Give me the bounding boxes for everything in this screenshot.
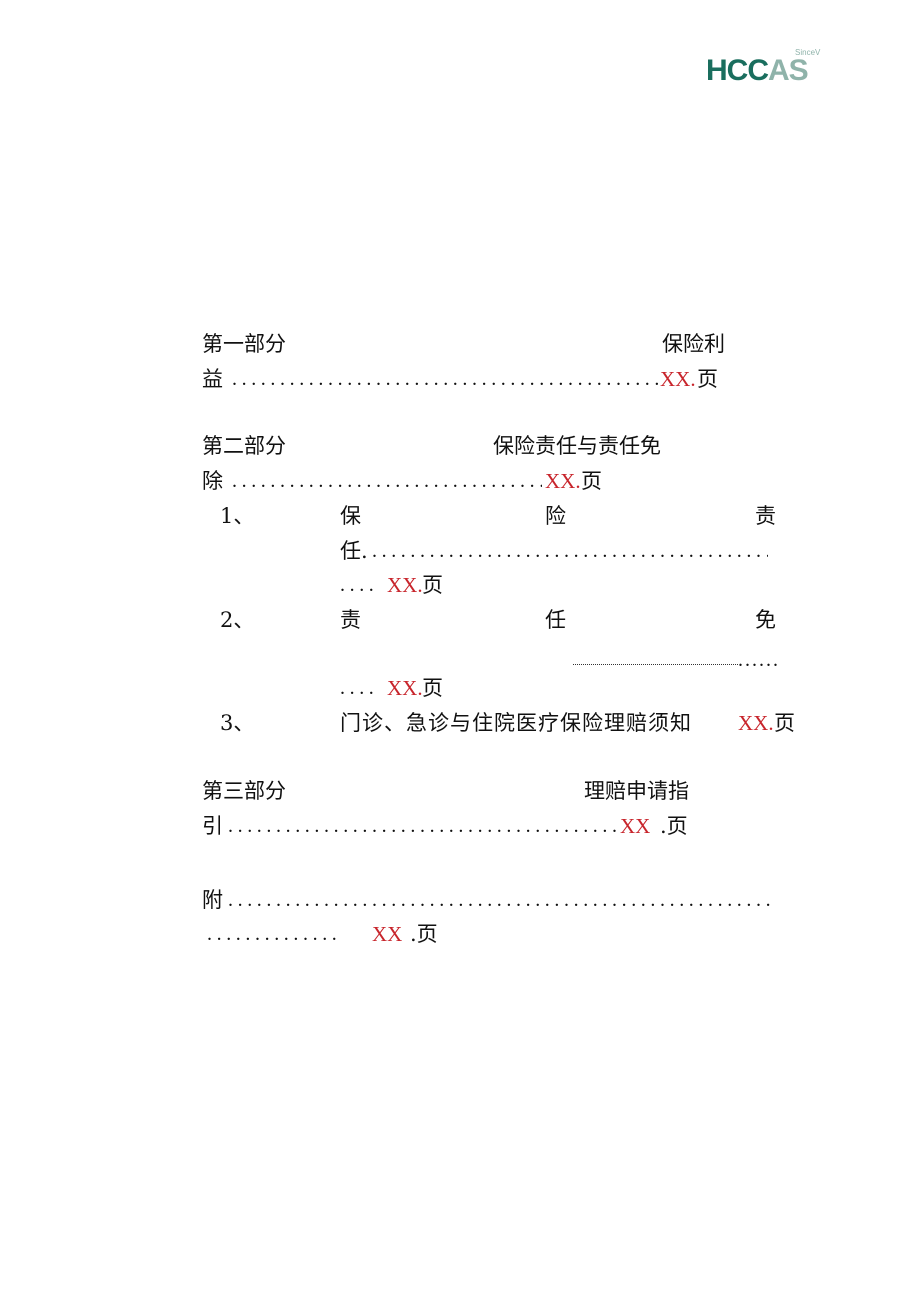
toc-item2-leader2: .... bbox=[340, 677, 379, 699]
toc-appendix-leader: ........................................… bbox=[228, 889, 770, 911]
toc-item2-page-suffix: 页 bbox=[422, 676, 443, 700]
toc-item2-char: 责 bbox=[340, 608, 361, 632]
toc-part1-label: 第一部分 bbox=[202, 332, 286, 356]
toc-item1-page-suffix: 页 bbox=[422, 573, 443, 597]
toc-appendix-page-ref[interactable]: XX bbox=[372, 922, 402, 946]
toc-item2-number: 2、 bbox=[220, 608, 255, 632]
toc-item3-title: 门诊、急诊与住院医疗保险理赔须知 bbox=[340, 711, 692, 735]
toc-part3-page-suffix: .页 bbox=[660, 814, 688, 838]
toc-part1-title-end: 益 bbox=[202, 367, 223, 391]
hccas-logo: HCCAS SinceV bbox=[706, 48, 821, 87]
toc-item3-page-suffix: 页 bbox=[774, 711, 795, 735]
toc-item1-char: 险 bbox=[545, 504, 566, 528]
toc-part3-leader: ........................................… bbox=[228, 815, 618, 837]
toc-part2-label: 第二部分 bbox=[202, 434, 286, 458]
toc-item2-leader: ...... bbox=[738, 649, 780, 671]
toc-item1-end: 任. bbox=[340, 539, 368, 563]
toc-part3-label: 第三部分 bbox=[202, 779, 286, 803]
logo-wordmark: HCCAS bbox=[706, 54, 809, 87]
toc-item2-char: 免 bbox=[755, 608, 776, 632]
logo-tagline: SinceV bbox=[795, 48, 821, 57]
toc-part3-page-ref[interactable]: XX bbox=[620, 814, 650, 838]
toc-part1-leader: ........................................… bbox=[232, 368, 658, 390]
toc-part2-page-ref[interactable]: XX. bbox=[545, 469, 581, 493]
toc-appendix-page-suffix: .页 bbox=[410, 922, 438, 946]
toc-item2-dotted-rule bbox=[573, 664, 738, 665]
toc-part2-page-suffix: 页 bbox=[581, 469, 602, 493]
toc-item2-page-ref[interactable]: XX. bbox=[387, 676, 423, 700]
toc-part2-title-end: 除 bbox=[202, 469, 223, 493]
toc-item3-page-ref[interactable]: XX. bbox=[738, 711, 774, 735]
toc-appendix-leader2: .............. bbox=[207, 923, 342, 945]
toc-item1-leader2: .... bbox=[340, 574, 379, 596]
toc-item1-page-ref[interactable]: XX. bbox=[387, 573, 423, 597]
toc-part1-page-ref[interactable]: XX. bbox=[660, 367, 696, 391]
toc-part3-title-end: 引 bbox=[202, 814, 223, 838]
toc-item1-char: 保 bbox=[340, 504, 361, 528]
toc-item1-number: 1、 bbox=[220, 504, 255, 528]
toc-item3-number: 3、 bbox=[220, 711, 255, 735]
toc-part1-title: 保险利 bbox=[662, 332, 725, 356]
toc-part2-leader: ........................................… bbox=[232, 470, 542, 492]
toc-item1-char: 责 bbox=[755, 504, 776, 528]
toc-appendix-title: 附 bbox=[202, 888, 223, 912]
toc-part2-title: 保险责任与责任免 bbox=[493, 434, 661, 458]
toc-item2-char: 任 bbox=[545, 608, 566, 632]
toc-part1-page-suffix: 页 bbox=[697, 367, 718, 391]
toc-item1-leader: ........................................… bbox=[372, 540, 768, 562]
toc-part3-title: 理赔申请指 bbox=[584, 779, 689, 803]
